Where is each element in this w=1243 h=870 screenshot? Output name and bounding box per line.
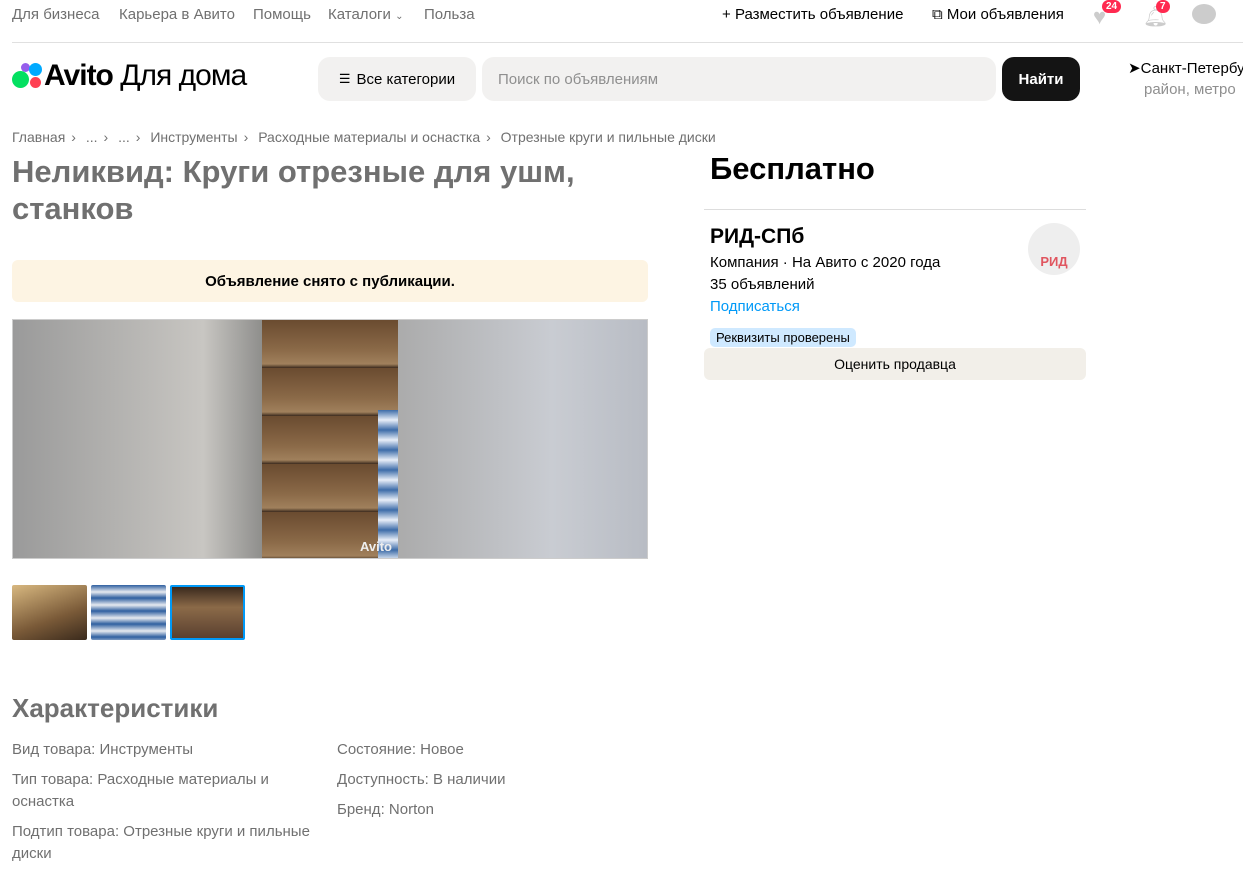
spec-item: Бренд: Norton — [337, 801, 434, 818]
plus-icon: + — [722, 6, 731, 23]
top-link-benefit[interactable]: Польза — [424, 6, 475, 23]
top-link-business[interactable]: Для бизнеса — [12, 6, 100, 23]
breadcrumb-item[interactable]: ... — [86, 129, 98, 145]
spec-item: Доступность: В наличии — [337, 771, 506, 788]
verified-badge: Реквизиты проверены — [710, 328, 856, 347]
breadcrumb-item[interactable]: Главная — [12, 129, 65, 145]
top-link-career[interactable]: Карьера в Авито — [119, 6, 235, 23]
search-input[interactable] — [482, 57, 996, 101]
thumbnail[interactable] — [12, 585, 87, 640]
subscribe-link[interactable]: Подписаться — [710, 298, 800, 315]
favorites-badge: 24 — [1102, 0, 1122, 13]
my-ads-label: Мои объявления — [946, 6, 1064, 23]
price: Бесплатно — [710, 151, 875, 186]
breadcrumb: Главная › ... › ... › Инструменты › Расходны… — [12, 129, 716, 145]
avito-logo-icon — [12, 63, 42, 91]
copy-icon: ⧉ — [932, 6, 943, 23]
main-photo[interactable]: Avito — [12, 319, 648, 559]
location-arrow-icon: ➤ — [1128, 60, 1141, 77]
seller-divider — [704, 209, 1086, 210]
location-selector[interactable]: ➤Санкт-Петербург — [1128, 59, 1243, 77]
breadcrumb-item[interactable]: ... — [118, 129, 130, 145]
top-link-catalogs[interactable]: Каталоги ⌄ — [328, 6, 403, 23]
all-categories-button[interactable]: ☰ Все категории — [318, 57, 476, 101]
top-link-help[interactable]: Помощь — [253, 6, 311, 23]
chevron-down-icon: ⌄ — [395, 11, 404, 22]
seller-avatar[interactable]: РИД — [1028, 223, 1080, 275]
spec-item: Вид товара: Инструменты — [12, 741, 194, 758]
breadcrumb-item[interactable]: Расходные материалы и оснастка — [258, 129, 480, 145]
category-search-icon: ☰ — [338, 71, 351, 86]
avito-watermark: Avito — [359, 539, 392, 554]
spec-item: Подтип товара: Отрезные круги и пильные … — [12, 823, 310, 862]
location-city: Санкт-Петербург — [1140, 60, 1243, 77]
avatar-text: РИД — [1040, 254, 1068, 269]
seller-info: Компания · На Авито с 2020 года — [710, 254, 941, 271]
seller-name[interactable]: РИД-СПб — [710, 225, 804, 249]
avito-logo[interactable]: Avito Для дома — [44, 59, 247, 93]
logo-text: Avito — [44, 59, 114, 92]
header-divider — [12, 42, 1243, 43]
seller-ads-count[interactable]: 35 объявлений — [710, 276, 815, 293]
post-ad-label: Разместить объявление — [734, 6, 904, 23]
logo-suffix: Для дома — [120, 59, 247, 92]
breadcrumb-item[interactable]: Инструменты — [150, 129, 237, 145]
location-sub[interactable]: район, метро — [1144, 81, 1236, 98]
thumbnail-selected[interactable] — [170, 585, 245, 640]
catalogs-label: Каталоги — [328, 6, 391, 23]
my-ads-link[interactable]: ⧉ Мои объявления — [932, 6, 1064, 23]
post-ad-link[interactable]: + Разместить объявление — [722, 6, 903, 23]
thumbnail[interactable] — [91, 585, 166, 640]
spec-item: Тип товара: Расходные материалы и оснаст… — [12, 771, 269, 810]
spec-item: Состояние: Новое — [337, 741, 464, 758]
notifications-badge: 7 — [1156, 0, 1170, 13]
specs-title: Характеристики — [12, 693, 219, 723]
messages-chat-icon[interactable] — [1192, 4, 1216, 24]
all-categories-label: Все категории — [356, 70, 456, 88]
page-title: Неликвид: Круги отрезные для ушм, станко… — [12, 154, 575, 226]
unpublished-notice: Объявление снято с публикации. — [12, 260, 648, 302]
photo-image: Avito — [262, 320, 398, 558]
rate-seller-button[interactable]: Оценить продавца — [704, 348, 1086, 380]
breadcrumb-item[interactable]: Отрезные круги и пильные диски — [501, 129, 716, 145]
search-button[interactable]: Найти — [1002, 57, 1080, 101]
